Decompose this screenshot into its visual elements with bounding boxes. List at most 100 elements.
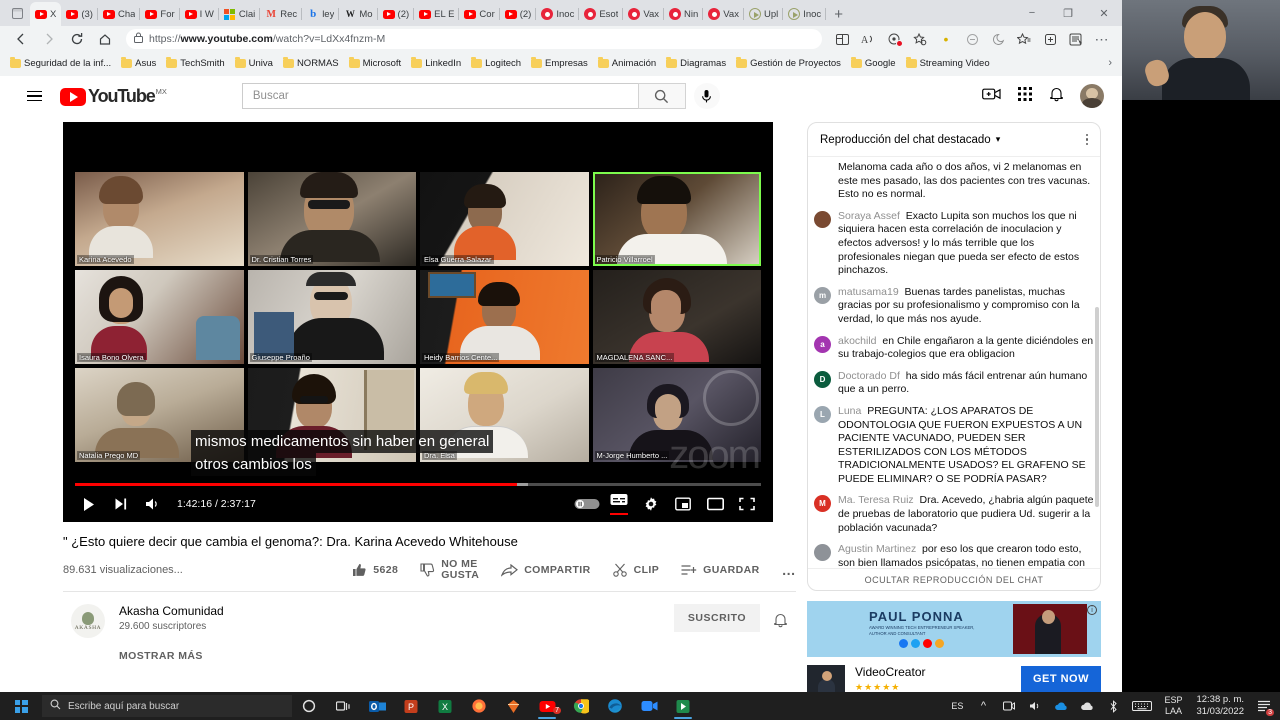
minimize-button[interactable]: − <box>1014 0 1050 26</box>
channel-avatar[interactable]: AKASHA <box>71 604 105 638</box>
tray-bluetooth-icon[interactable] <box>1100 692 1126 720</box>
taskbar-search-input[interactable]: Escribe aquí para buscar <box>42 695 292 717</box>
reload-icon[interactable] <box>64 28 90 50</box>
taskbar-zoom-icon[interactable] <box>632 692 666 720</box>
copilot-icon[interactable] <box>986 28 1010 50</box>
ad-info-icon[interactable]: i <box>1087 605 1097 615</box>
read-aloud-icon[interactable]: A <box>856 28 880 50</box>
favorite-add-icon[interactable] <box>908 28 932 50</box>
bookmarks-overflow-icon[interactable]: › <box>1108 57 1116 69</box>
advertisement[interactable]: PAUL PONNA AWARD WINNING TECH ENTREPRENE… <box>807 601 1101 692</box>
maximize-button[interactable]: ❐ <box>1050 0 1086 26</box>
volume-button[interactable] <box>137 488 169 520</box>
bookmark-item[interactable]: NORMAS <box>279 56 343 71</box>
chevron-down-icon[interactable]: ▾ <box>996 134 1001 145</box>
browser-tab-17[interactable]: Vax <box>703 2 744 26</box>
clip-button[interactable]: CLIP <box>602 563 671 577</box>
ad-product-row[interactable]: VideoCreator ★★★★★ GET NOW <box>807 657 1101 692</box>
bookmark-item[interactable]: Microsoft <box>345 56 406 71</box>
bookmark-item[interactable]: Animación <box>594 56 660 71</box>
tray-expand-icon[interactable]: ^ <box>970 692 996 720</box>
ad-cta-button[interactable]: GET NOW <box>1020 666 1101 692</box>
subscribe-button[interactable]: SUSCRITO <box>673 604 760 632</box>
taskbar-youtube-icon[interactable]: 7 <box>530 692 564 720</box>
add-to-collections-icon[interactable] <box>1038 28 1062 50</box>
create-video-icon[interactable] <box>982 87 1001 106</box>
settings-gear-icon[interactable] <box>635 488 667 520</box>
extension-dot-icon[interactable]: • <box>934 28 958 50</box>
bookmark-item[interactable]: Gestión de Proyectos <box>732 56 845 71</box>
show-more-button[interactable]: MOSTRAR MÁS <box>119 650 796 662</box>
dislike-button[interactable]: NO ME GUSTA <box>409 559 490 581</box>
browser-tab-14[interactable]: Esot <box>579 2 624 26</box>
browser-tab-12[interactable]: (2) <box>500 2 537 26</box>
voice-search-icon[interactable] <box>693 83 720 109</box>
notifications-bell-icon[interactable] <box>1049 86 1064 107</box>
bookmark-item[interactable]: Univa <box>231 56 277 71</box>
browser-tab-1[interactable]: (3) <box>61 2 98 26</box>
fullscreen-button[interactable] <box>731 488 763 520</box>
user-avatar[interactable] <box>1080 84 1104 108</box>
notification-bell-icon[interactable] <box>764 604 796 636</box>
bookmark-item[interactable]: TechSmith <box>162 56 228 71</box>
save-button[interactable]: GUARDAR <box>670 564 770 577</box>
bookmark-item[interactable]: Streaming Video <box>902 56 994 71</box>
play-button[interactable] <box>73 488 105 520</box>
language-indicator[interactable]: ESP LAA <box>1158 695 1188 717</box>
chat-options-icon[interactable] <box>1085 133 1088 146</box>
browser-tab-0[interactable]: X <box>30 2 62 26</box>
tray-cloud-icon[interactable] <box>1074 692 1100 720</box>
browser-tab-3[interactable]: For <box>140 2 180 26</box>
tray-volume-icon[interactable] <box>1022 692 1048 720</box>
taskbar-outlook-icon[interactable] <box>360 692 394 720</box>
favorites-icon[interactable] <box>1012 28 1036 50</box>
taskbar-excel-icon[interactable]: X <box>428 692 462 720</box>
browser-tab-8[interactable]: W Mo <box>339 2 378 26</box>
browser-tab-19[interactable]: Inoc <box>783 2 827 26</box>
address-input[interactable]: https://www.youtube.com/watch?v=LdXx4fnz… <box>126 29 822 49</box>
tab-actions-icon[interactable] <box>4 2 30 24</box>
new-tab-button[interactable]: + <box>826 6 851 23</box>
bookmark-item[interactable]: Google <box>847 56 900 71</box>
search-input[interactable]: Buscar <box>241 83 638 109</box>
bookmark-item[interactable]: Seguridad de la inf... <box>6 56 115 71</box>
autoplay-toggle[interactable] <box>571 488 603 520</box>
back-icon[interactable] <box>8 28 34 50</box>
bookmark-item[interactable]: Logitech <box>467 56 525 71</box>
task-view-icon[interactable] <box>326 692 360 720</box>
bookmark-item[interactable]: LinkedIn <box>407 56 465 71</box>
browser-tab-11[interactable]: Cor <box>459 2 500 26</box>
tray-onedrive-icon[interactable] <box>1048 692 1074 720</box>
start-button[interactable] <box>0 692 42 720</box>
taskbar-powerpoint-icon[interactable]: P <box>394 692 428 720</box>
tray-screencast-icon[interactable] <box>996 692 1022 720</box>
hide-chat-replay-button[interactable]: OCULTAR REPRODUCCIÓN DEL CHAT <box>808 568 1100 590</box>
miniplayer-button[interactable] <box>667 488 699 520</box>
browser-tab-7[interactable]: b ley <box>302 2 340 26</box>
collections-icon[interactable] <box>882 28 906 50</box>
browser-tab-18[interactable]: Upl <box>744 2 784 26</box>
profile-icon[interactable] <box>1064 28 1088 50</box>
browser-tab-10[interactable]: EL E <box>414 2 460 26</box>
more-actions-button[interactable]: … <box>771 562 796 578</box>
search-button[interactable] <box>637 83 686 109</box>
cortana-icon[interactable] <box>292 692 326 720</box>
close-button[interactable]: ✕ <box>1086 0 1122 26</box>
browser-tab-2[interactable]: Cha <box>98 2 141 26</box>
ad-banner-image[interactable]: PAUL PONNA AWARD WINNING TECH ENTREPRENE… <box>807 601 1101 657</box>
share-button[interactable]: COMPARTIR <box>490 563 601 577</box>
bookmark-item[interactable]: Diagramas <box>662 56 730 71</box>
video-player[interactable]: Karina Acevedo Dr. Cristian Torres Elsa … <box>63 122 773 522</box>
taskbar-chrome-icon[interactable] <box>564 692 598 720</box>
taskbar-clock[interactable]: 12:38 p. m. 31/03/2022 <box>1188 694 1252 718</box>
browser-tab-9[interactable]: (2) <box>378 2 415 26</box>
ime-indicator[interactable]: ES <box>944 692 970 720</box>
taskbar-edge-icon[interactable] <box>598 692 632 720</box>
youtube-logo[interactable]: YouTube MX <box>60 86 167 107</box>
subtitles-button[interactable] <box>603 488 635 520</box>
like-button[interactable]: 5628 <box>341 563 409 577</box>
settings-more-icon[interactable]: ⋯ <box>1090 28 1114 50</box>
channel-name[interactable]: Akasha Comunidad <box>119 604 224 618</box>
taskbar-camtasia-icon[interactable] <box>666 692 700 720</box>
bookmark-item[interactable]: Empresas <box>527 56 592 71</box>
